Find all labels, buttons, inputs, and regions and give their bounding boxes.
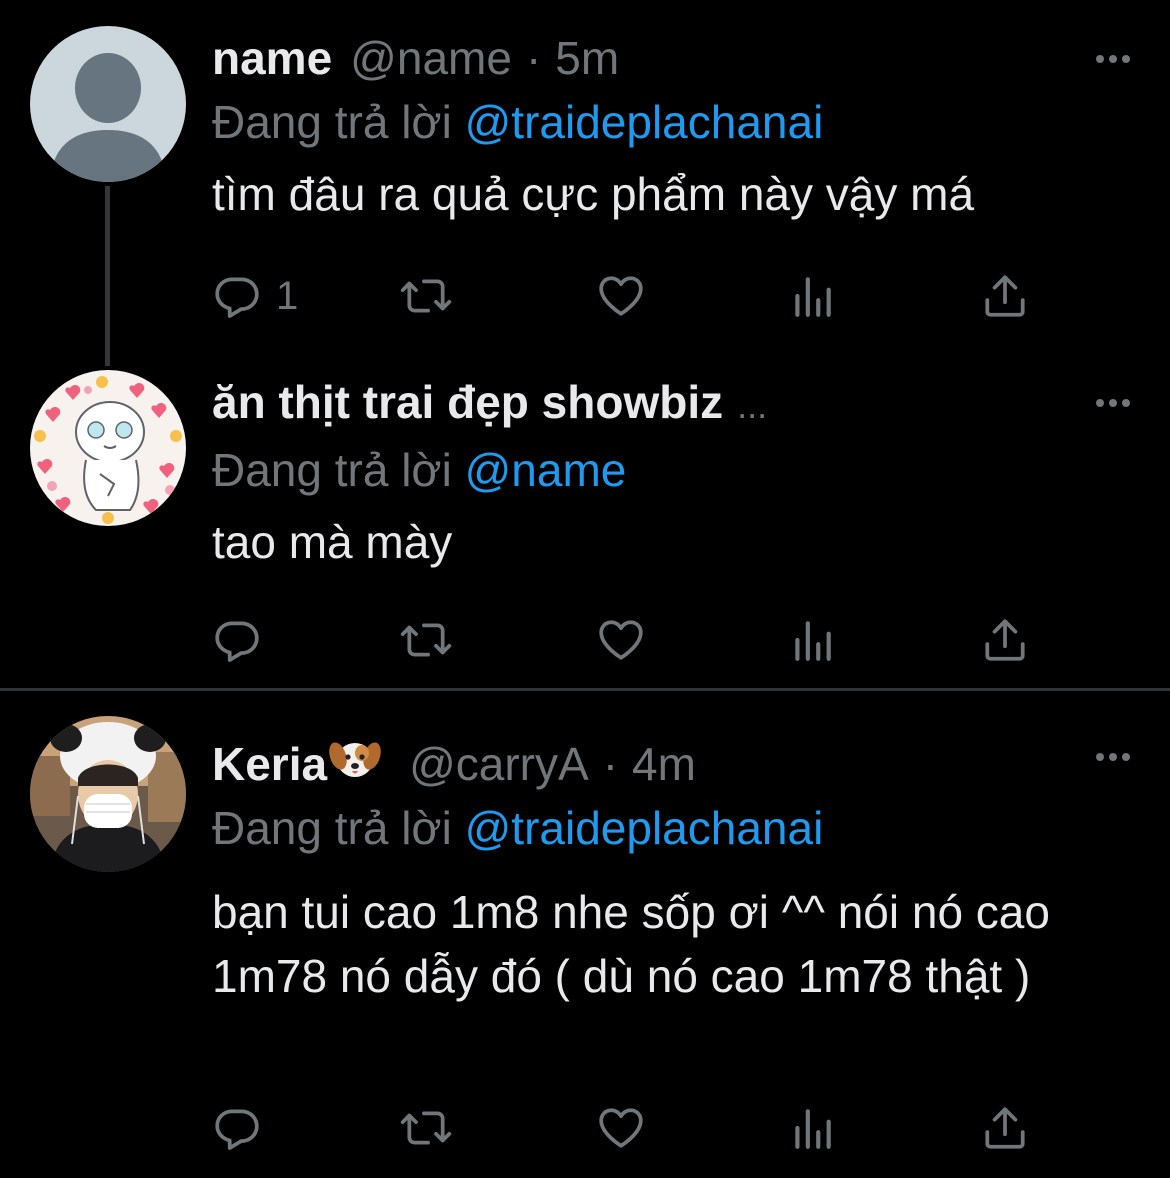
reply-button[interactable]: 1 xyxy=(212,268,298,324)
avatar-photo[interactable] xyxy=(30,716,186,872)
heart-icon xyxy=(599,276,643,316)
name-truncation: ... xyxy=(737,385,768,426)
views-button[interactable] xyxy=(790,268,834,324)
share-button[interactable] xyxy=(980,268,1030,324)
action-bar xyxy=(212,612,1042,668)
views-button[interactable] xyxy=(790,1100,834,1156)
views-button[interactable] xyxy=(790,612,834,668)
separator-dot: · xyxy=(525,32,542,84)
retweet-icon xyxy=(400,1111,452,1145)
replying-to: Đang trả lời @traideplachanai xyxy=(212,796,1130,860)
more-icon xyxy=(1096,399,1104,407)
share-button[interactable] xyxy=(980,612,1030,668)
tweet-text: tìm đâu ra quả cực phẩm này vậy má xyxy=(212,168,975,220)
handle[interactable]: @name xyxy=(350,30,512,86)
retweet-button[interactable] xyxy=(398,612,454,668)
thread-connector xyxy=(105,186,110,366)
retweet-icon xyxy=(400,279,452,313)
mention-link[interactable]: @name xyxy=(465,444,627,496)
retweet-icon xyxy=(400,623,452,657)
heart-icon xyxy=(599,620,643,660)
tweet-text: bạn tui cao 1m8 nhe sốp ơi ^^ nói nó cao… xyxy=(212,886,1050,1002)
handle[interactable]: @carryA xyxy=(409,736,589,792)
mention-link[interactable]: @traideplachanai xyxy=(465,802,824,854)
share-icon xyxy=(985,275,1025,317)
share-icon xyxy=(985,1107,1025,1149)
dog-face-emoji xyxy=(329,742,381,777)
more-button[interactable] xyxy=(1070,388,1130,418)
timestamp[interactable]: 5m xyxy=(555,30,619,86)
like-button[interactable] xyxy=(596,1100,646,1156)
tweet-header: ăn thịt trai đẹp showbiz ... xyxy=(212,374,1130,434)
photo-avatar xyxy=(30,716,186,872)
cartoon-hearts-avatar xyxy=(30,370,186,526)
more-icon xyxy=(1096,753,1104,761)
replying-to: Đang trả lời @name xyxy=(212,438,1130,502)
display-name[interactable]: name xyxy=(212,30,332,86)
like-button[interactable] xyxy=(596,612,646,668)
replying-to-label: Đang trả lời xyxy=(212,96,452,148)
like-button[interactable] xyxy=(596,268,646,324)
action-bar: 1 xyxy=(212,268,1042,324)
avatar-default[interactable] xyxy=(30,26,186,182)
reply-button[interactable] xyxy=(212,1100,262,1156)
retweet-button[interactable] xyxy=(398,1100,454,1156)
share-icon xyxy=(985,619,1025,661)
replying-to-label: Đang trả lời xyxy=(212,802,452,854)
analytics-icon xyxy=(795,1109,831,1149)
mention-link[interactable]: @traideplachanai xyxy=(465,96,824,148)
reply-button[interactable] xyxy=(212,612,262,668)
share-button[interactable] xyxy=(980,1100,1030,1156)
tweet-header: name @name · 5m xyxy=(212,30,1130,86)
default-avatar-icon xyxy=(30,26,186,182)
retweet-button[interactable] xyxy=(398,268,454,324)
display-name[interactable]: Keria xyxy=(212,736,327,792)
display-name[interactable]: ăn thịt trai đẹp showbiz xyxy=(212,374,723,430)
more-button[interactable] xyxy=(1070,742,1130,772)
replying-to-label: Đang trả lời xyxy=(212,444,452,496)
tweet-header: Keria @carryA · 4m xyxy=(212,736,1130,792)
action-bar xyxy=(212,1100,1042,1156)
avatar-cartoon[interactable] xyxy=(30,370,186,526)
reply-icon xyxy=(215,277,259,318)
reply-count: 1 xyxy=(276,273,299,318)
replying-to: Đang trả lời @traideplachanai xyxy=(212,90,1130,154)
more-icon xyxy=(1096,55,1104,63)
tweet-text: tao mà mày xyxy=(212,516,453,568)
heart-icon xyxy=(599,1108,643,1148)
separator-dot: · xyxy=(602,738,619,790)
analytics-icon xyxy=(795,621,831,661)
more-button[interactable] xyxy=(1070,44,1130,74)
tweet-divider xyxy=(0,688,1170,691)
reply-icon xyxy=(215,1109,259,1150)
analytics-icon xyxy=(795,277,831,317)
timestamp[interactable]: 4m xyxy=(632,736,696,792)
reply-icon xyxy=(215,621,259,662)
